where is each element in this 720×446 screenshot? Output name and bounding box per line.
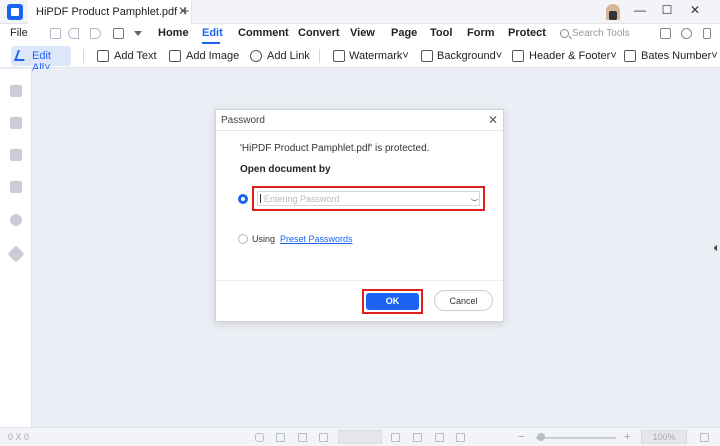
protected-message: 'HiPDF Product Pamphlet.pdf' is protecte… bbox=[240, 143, 430, 154]
ok-highlight-box: OK bbox=[362, 289, 423, 314]
new-tab-button[interactable]: + bbox=[178, 3, 192, 20]
menu-bar: File Home Edit Comment Convert View Page… bbox=[0, 24, 720, 44]
search-tools-field[interactable]: Search Tools bbox=[572, 28, 630, 39]
cancel-button[interactable]: Cancel bbox=[434, 290, 493, 311]
header-footer-icon[interactable] bbox=[512, 50, 524, 62]
eye-closed-icon[interactable] bbox=[470, 196, 479, 201]
select-tool-icon[interactable] bbox=[276, 433, 285, 442]
menu-convert[interactable]: Convert bbox=[298, 27, 340, 39]
single-page-view-icon[interactable] bbox=[435, 433, 444, 442]
bates-number-dropdown[interactable]: Bates Number˅ bbox=[641, 50, 718, 62]
menu-page[interactable]: Page bbox=[391, 27, 417, 39]
preset-option-radio[interactable] bbox=[238, 234, 248, 244]
save-icon[interactable] bbox=[50, 28, 61, 39]
edit-all-button[interactable]: Edit All˅ bbox=[11, 46, 71, 74]
cancel-label: Cancel bbox=[449, 296, 478, 306]
add-link-button[interactable]: Add Link bbox=[267, 50, 310, 62]
zoom-slider-handle[interactable] bbox=[537, 433, 545, 441]
document-tab-title: HiPDF Product Pamphlet.pdf bbox=[36, 6, 178, 18]
menu-tool[interactable]: Tool bbox=[430, 27, 452, 39]
document-tab[interactable]: HiPDF Product Pamphlet.pdf ✕ bbox=[28, 0, 192, 24]
add-text-button[interactable]: Add Text bbox=[114, 50, 157, 62]
edit-toolbar: Edit All˅ Add Text Add Image Add Link Wa… bbox=[0, 44, 720, 74]
password-highlight-box: Entering Password bbox=[252, 186, 485, 211]
zoom-level: 100% bbox=[652, 432, 676, 442]
fullscreen-icon[interactable] bbox=[700, 433, 709, 442]
title-bar: HiPDF Product Pamphlet.pdf ✕ + — ☐ ✕ bbox=[0, 0, 720, 24]
layers-icon[interactable] bbox=[7, 245, 25, 263]
attachment-icon[interactable] bbox=[10, 181, 22, 193]
menu-view[interactable]: View bbox=[350, 27, 375, 39]
add-image-button[interactable]: Add Image bbox=[186, 50, 239, 62]
background-icon[interactable] bbox=[421, 50, 433, 62]
link-icon[interactable] bbox=[250, 50, 262, 62]
password-option-radio[interactable] bbox=[238, 194, 248, 204]
share-icon[interactable] bbox=[660, 28, 671, 39]
background-dropdown[interactable]: Background˅ bbox=[437, 50, 502, 62]
zoom-slider[interactable] bbox=[536, 437, 616, 439]
search-icon[interactable] bbox=[560, 29, 569, 38]
toolbar-divider bbox=[83, 49, 84, 63]
preset-passwords-link[interactable]: Preset Passwords bbox=[280, 234, 353, 244]
app-logo-icon bbox=[7, 4, 23, 20]
bates-number-icon[interactable] bbox=[624, 50, 636, 62]
avatar[interactable] bbox=[606, 4, 620, 20]
close-dialog-icon[interactable]: ✕ bbox=[488, 113, 498, 127]
watermark-dropdown[interactable]: Watermark˅ bbox=[349, 50, 409, 62]
pencil-icon bbox=[13, 50, 29, 61]
search-panel-icon[interactable] bbox=[10, 214, 22, 226]
header-footer-dropdown[interactable]: Header & Footer˅ bbox=[529, 50, 617, 62]
menu-edit[interactable]: Edit bbox=[202, 27, 223, 39]
image-icon[interactable] bbox=[169, 50, 181, 62]
bookmark-panel-icon[interactable] bbox=[10, 85, 22, 97]
menu-comment[interactable]: Comment bbox=[238, 27, 289, 39]
text-caret bbox=[260, 194, 261, 203]
bookmark-icon[interactable] bbox=[10, 117, 22, 129]
password-input[interactable]: Entering Password bbox=[257, 191, 480, 206]
ok-label: OK bbox=[385, 296, 400, 306]
status-bar: 0 X 0 − + 100% bbox=[0, 427, 720, 446]
page-dimensions: 0 X 0 bbox=[8, 432, 30, 442]
text-box-icon[interactable] bbox=[97, 50, 109, 62]
watermark-icon[interactable] bbox=[333, 50, 345, 62]
minimize-button[interactable]: — bbox=[633, 3, 647, 17]
first-page-icon[interactable] bbox=[298, 433, 307, 442]
hand-tool-icon[interactable] bbox=[255, 433, 264, 442]
comment-icon[interactable] bbox=[10, 149, 22, 161]
dialog-title: Password bbox=[221, 115, 265, 126]
menu-form[interactable]: Form bbox=[467, 27, 495, 39]
maximize-button[interactable]: ☐ bbox=[660, 3, 674, 17]
print-icon[interactable] bbox=[113, 28, 124, 39]
toolbar-divider bbox=[319, 49, 320, 63]
redo-icon[interactable] bbox=[90, 28, 101, 39]
menu-protect[interactable]: Protect bbox=[508, 27, 546, 39]
page-number-input[interactable] bbox=[338, 430, 382, 444]
ok-button[interactable]: OK bbox=[366, 293, 419, 310]
zoom-level-input[interactable]: 100% bbox=[641, 430, 687, 444]
menu-file[interactable]: File bbox=[10, 27, 28, 39]
zoom-in-icon[interactable]: + bbox=[624, 431, 630, 443]
left-sidebar bbox=[0, 69, 32, 427]
cloud-upload-icon[interactable] bbox=[681, 28, 692, 39]
zoom-out-icon[interactable]: − bbox=[518, 431, 524, 443]
password-placeholder: Entering Password bbox=[264, 194, 340, 204]
menu-home[interactable]: Home bbox=[158, 27, 189, 39]
last-page-icon[interactable] bbox=[413, 433, 422, 442]
using-label: Using bbox=[252, 234, 276, 244]
previous-page-icon[interactable] bbox=[319, 433, 328, 442]
dialog-divider bbox=[216, 280, 503, 281]
password-dialog: Password ✕ 'HiPDF Product Pamphlet.pdf' … bbox=[215, 109, 504, 322]
next-page-icon[interactable] bbox=[391, 433, 400, 442]
dropdown-icon[interactable] bbox=[134, 31, 142, 40]
more-icon[interactable] bbox=[703, 28, 711, 39]
close-window-button[interactable]: ✕ bbox=[688, 3, 702, 17]
fit-page-icon[interactable] bbox=[456, 433, 465, 442]
open-document-by-label: Open document by bbox=[240, 164, 331, 175]
dialog-header: Password ✕ bbox=[216, 110, 503, 131]
undo-icon[interactable] bbox=[68, 28, 79, 39]
